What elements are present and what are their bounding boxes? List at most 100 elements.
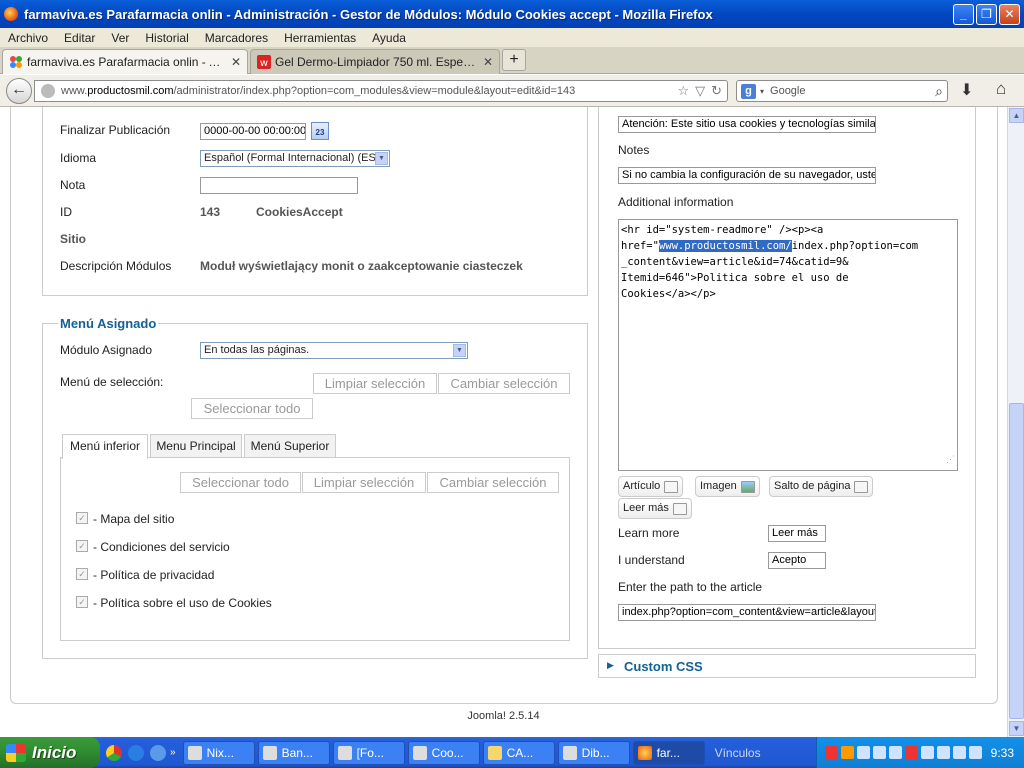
menu-ver[interactable]: Ver bbox=[103, 31, 137, 45]
chrome-icon[interactable] bbox=[106, 744, 122, 761]
taskbar-item-dib[interactable]: Dib... bbox=[557, 740, 630, 765]
menu-marcadores[interactable]: Marcadores bbox=[197, 31, 276, 45]
salto-pagina-button[interactable]: Salto de página bbox=[769, 476, 874, 497]
menu-ayuda[interactable]: Ayuda bbox=[364, 31, 414, 45]
menu-item-checkbox[interactable]: ✓ bbox=[76, 596, 88, 608]
ie-icon[interactable] bbox=[128, 744, 144, 761]
inner-seleccionar-todo-button[interactable]: Seleccionar todo bbox=[180, 472, 301, 493]
tray-icon[interactable] bbox=[936, 746, 950, 759]
tray-icon[interactable] bbox=[968, 746, 982, 759]
tray-icon[interactable] bbox=[888, 746, 902, 759]
url-bar[interactable]: www. productosmil.com/administrator/index… bbox=[34, 80, 728, 102]
understand-input[interactable]: Acepto bbox=[768, 552, 826, 569]
additional-info-label: Additional information bbox=[618, 195, 734, 209]
menu-item-checkbox[interactable]: ✓ bbox=[76, 568, 88, 580]
cambiar-seleccion-button[interactable]: Cambiar selección bbox=[438, 373, 570, 394]
menu-item-label: - Política de privacidad bbox=[93, 568, 215, 582]
taskbar-item-nix[interactable]: Nix... bbox=[182, 740, 255, 765]
articulo-label: Artículo bbox=[623, 480, 661, 492]
firefox-icon bbox=[637, 745, 652, 760]
custom-css-panel[interactable]: ▶ Custom CSS bbox=[598, 654, 976, 678]
taskbar-item-ca[interactable]: CA... bbox=[482, 740, 555, 765]
download-icon[interactable]: ⬇ bbox=[960, 80, 973, 100]
tray-icon[interactable] bbox=[872, 746, 886, 759]
app-icon bbox=[337, 745, 352, 760]
modulo-asignado-select[interactable]: En todas las páginas. ▼ bbox=[200, 342, 468, 359]
home-icon[interactable]: ⌂ bbox=[996, 79, 1006, 99]
menu-item-label: - Condiciones del servicio bbox=[93, 540, 230, 554]
resize-grip-icon[interactable]: ⋰ bbox=[946, 452, 955, 468]
idioma-label: Idioma bbox=[60, 151, 97, 165]
search-dropdown-icon[interactable]: ▾ bbox=[760, 87, 764, 96]
chevron-down-icon: ▼ bbox=[453, 344, 466, 357]
understand-label: I understand bbox=[618, 553, 685, 567]
tab-menu-principal[interactable]: Menu Principal bbox=[150, 434, 242, 458]
scroll-thumb[interactable] bbox=[1009, 403, 1024, 719]
dropdown-icon[interactable]: ▽ bbox=[695, 83, 705, 99]
paint-icon bbox=[562, 745, 577, 760]
maximize-button[interactable]: ❐ bbox=[976, 3, 997, 25]
scroll-down-icon[interactable]: ▼ bbox=[1009, 721, 1024, 736]
close-window-button[interactable]: ✕ bbox=[999, 3, 1020, 25]
vertical-scrollbar[interactable]: ▲ ▼ bbox=[1007, 107, 1024, 737]
inner-limpiar-button[interactable]: Limpiar selección bbox=[302, 472, 426, 493]
menu-editar[interactable]: Editar bbox=[56, 31, 103, 45]
new-tab-button[interactable]: + bbox=[502, 49, 526, 71]
expand-arrow-icon: ▶ bbox=[607, 660, 614, 670]
back-button[interactable]: ← bbox=[6, 78, 32, 104]
idioma-select[interactable]: Español (Formal Internacional) (ES) ▼ bbox=[200, 150, 390, 167]
search-bar[interactable]: g ▾ Google ⌕ bbox=[736, 80, 948, 102]
menu-herramientas[interactable]: Herramientas bbox=[276, 31, 364, 45]
close-tab-icon[interactable]: ✕ bbox=[483, 55, 493, 69]
imagen-button[interactable]: Imagen bbox=[695, 476, 760, 497]
taskbar-item-ban[interactable]: Ban... bbox=[257, 740, 330, 765]
vinculos-toolbar[interactable]: Vínculos bbox=[715, 746, 761, 760]
nota-input[interactable] bbox=[200, 177, 358, 194]
articulo-button[interactable]: Artículo bbox=[618, 476, 684, 497]
menu-historial[interactable]: Historial bbox=[137, 31, 196, 45]
leer-mas-button[interactable]: Leer más bbox=[618, 498, 692, 519]
scroll-up-icon[interactable]: ▲ bbox=[1009, 108, 1024, 123]
notes-label: Notes bbox=[618, 143, 650, 157]
close-tab-icon[interactable]: ✕ bbox=[231, 55, 241, 69]
tab-menu-inferior-cover[interactable]: Menú inferior bbox=[62, 434, 148, 459]
salto-label: Salto de página bbox=[774, 480, 851, 492]
tab-gel[interactable]: w Gel Dermo-Limpiador 750 ml. Especialme… bbox=[250, 49, 500, 74]
tray-icon[interactable] bbox=[824, 746, 838, 759]
seleccionar-todo-button[interactable]: Seleccionar todo bbox=[191, 398, 313, 419]
tab-admin[interactable]: farmaviva.es Parafarmacia onlin - Admini… bbox=[2, 49, 248, 74]
notes-input[interactable]: Si no cambia la configuración de su nave… bbox=[618, 167, 876, 184]
bookmark-star-icon[interactable]: ☆ bbox=[677, 83, 689, 99]
volume-icon[interactable] bbox=[952, 746, 966, 759]
taskbar-item-firefox[interactable]: far... bbox=[632, 740, 705, 765]
start-button[interactable]: Inicio bbox=[0, 737, 100, 768]
additional-info-editor[interactable]: <hr id="system-readmore" /><p><a href="w… bbox=[618, 219, 958, 471]
taskbar-item-coo[interactable]: Coo... bbox=[407, 740, 480, 765]
tray-icon[interactable] bbox=[904, 746, 918, 759]
finalizar-input[interactable]: 0000-00-00 00:00:00 bbox=[200, 123, 306, 140]
taskbar-item-fo[interactable]: [Fo... bbox=[332, 740, 405, 765]
reload-icon[interactable]: ↻ bbox=[711, 83, 722, 99]
tray-icon[interactable] bbox=[840, 746, 854, 759]
svg-text:w: w bbox=[260, 58, 268, 69]
tab-menu-superior[interactable]: Menú Superior bbox=[244, 434, 336, 458]
quicklaunch-more-icon[interactable]: » bbox=[170, 747, 176, 758]
tray-icon[interactable] bbox=[920, 746, 934, 759]
app-icon bbox=[187, 745, 202, 760]
path-input[interactable]: index.php?option=com_content&view=articl… bbox=[618, 604, 876, 621]
calendar-icon[interactable]: 23 bbox=[311, 122, 329, 140]
menu-archivo[interactable]: Archivo bbox=[0, 31, 56, 45]
menu-item-checkbox[interactable]: ✓ bbox=[76, 540, 88, 552]
url-host: productosmil.com bbox=[87, 85, 174, 97]
search-icon[interactable]: ⌕ bbox=[935, 83, 943, 100]
limpiar-seleccion-button[interactable]: Limpiar selección bbox=[313, 373, 437, 394]
tray-icon[interactable] bbox=[856, 746, 870, 759]
learn-more-input[interactable]: Leer más bbox=[768, 525, 826, 542]
message-input[interactable]: Atención: Este sitio usa cookies y tecno… bbox=[618, 116, 876, 133]
article-icon bbox=[664, 480, 679, 493]
taskbar-item-label: Dib... bbox=[581, 745, 610, 760]
ie-icon[interactable] bbox=[150, 744, 166, 761]
menu-item-checkbox[interactable]: ✓ bbox=[76, 512, 88, 524]
inner-cambiar-button[interactable]: Cambiar selección bbox=[427, 472, 559, 493]
minimize-button[interactable]: _ bbox=[953, 3, 974, 25]
